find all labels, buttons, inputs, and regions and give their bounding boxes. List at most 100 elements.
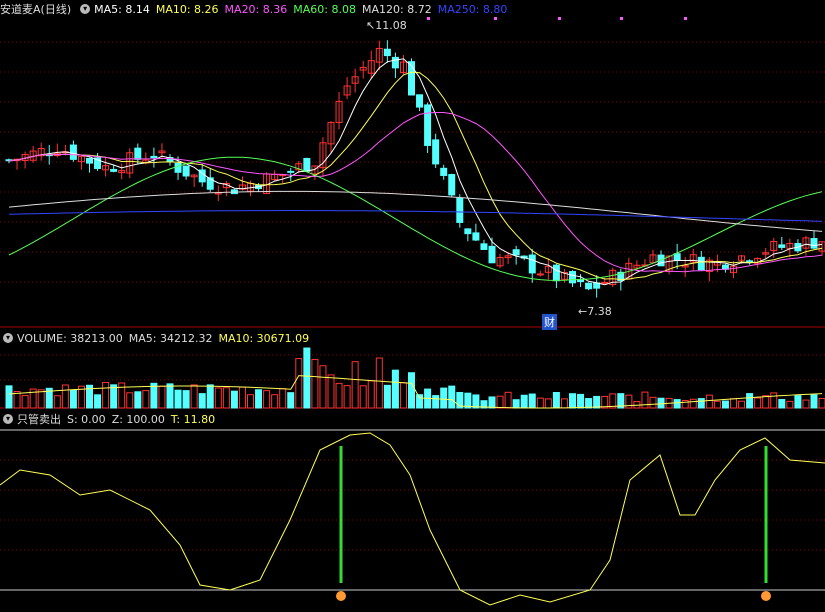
- volume-header: ▾ VOLUME: 38213.00 MA5: 34212.32 MA10: 3…: [0, 329, 315, 347]
- price-header: 安道麦A(日线) ▾ MA5: 8.14 MA10: 8.26 MA20: 8.…: [0, 0, 513, 18]
- volume-bar: [778, 399, 786, 409]
- candle-body: [480, 243, 488, 250]
- volume-bar: [21, 395, 29, 409]
- volume-bar: [214, 387, 222, 409]
- candle-body: [472, 232, 480, 241]
- volume-bar: [504, 391, 512, 409]
- volume-bar: [53, 395, 61, 409]
- candle-body: [150, 155, 158, 159]
- volume-bar: [126, 392, 134, 409]
- candle-body: [303, 157, 311, 172]
- finance-badge[interactable]: 财: [542, 314, 557, 330]
- candle-body: [383, 48, 391, 57]
- toggle-icon[interactable]: ▾: [3, 333, 13, 343]
- volume-bar: [198, 393, 206, 409]
- indicator-s: S: 0.00: [67, 412, 106, 426]
- toggle-icon[interactable]: ▾: [3, 414, 13, 424]
- volume-bar: [37, 389, 45, 409]
- volume-bar: [738, 400, 746, 409]
- volume-bar: [5, 385, 13, 409]
- volume-bar: [351, 361, 359, 409]
- volume-bar: [641, 391, 649, 409]
- volume-bar: [102, 381, 110, 409]
- volume-bar: [359, 385, 367, 409]
- ma5-label: MA5: 8.14: [94, 2, 150, 16]
- ma120-label: MA120: 8.72: [361, 2, 432, 16]
- volume-bar: [271, 394, 279, 409]
- candle-body: [585, 282, 593, 290]
- volume-bar: [142, 390, 150, 409]
- volume-bar: [713, 400, 721, 409]
- candle-body: [110, 168, 118, 172]
- volume-bar: [158, 385, 166, 409]
- volume-bar: [802, 399, 810, 409]
- volume-bar: [794, 395, 802, 409]
- volume-bar: [263, 390, 271, 409]
- candle-body: [746, 260, 754, 263]
- candle-body: [174, 162, 182, 173]
- volume-bar: [649, 396, 657, 409]
- volume-bar: [472, 394, 480, 409]
- top-marker: [558, 17, 561, 20]
- high-marker-label: ↖11.08: [366, 19, 407, 32]
- volume-ma5: MA5: 34212.32: [128, 331, 213, 345]
- volume-bar: [544, 398, 552, 409]
- volume-bar: [488, 396, 496, 409]
- indicator-title: 只管卖出: [17, 413, 61, 426]
- volume-bar: [134, 391, 142, 409]
- volume-bar: [61, 384, 69, 409]
- candle-body: [440, 167, 448, 176]
- volume-bar: [440, 387, 448, 409]
- volume-bar: [536, 397, 544, 409]
- volume-bar: [94, 394, 102, 409]
- indicator-panel[interactable]: [0, 432, 825, 606]
- top-marker: [620, 17, 623, 20]
- volume-bar: [383, 384, 391, 409]
- toggle-icon[interactable]: ▾: [80, 4, 91, 14]
- candle-body: [464, 228, 472, 235]
- volume-bar: [279, 388, 287, 409]
- volume-bar: [287, 392, 295, 409]
- candle-body: [287, 170, 295, 173]
- stock-chart: [0, 17, 825, 606]
- ma250-line: [8, 210, 823, 222]
- candle-body: [697, 256, 705, 271]
- volume-bar: [697, 398, 705, 409]
- volume-bar: [520, 394, 528, 409]
- volume-bar: [577, 393, 585, 409]
- volume-bar: [190, 384, 198, 409]
- grid-lines: [0, 41, 825, 591]
- volume-bar: [818, 397, 825, 409]
- volume-bar: [569, 393, 576, 409]
- price-panel[interactable]: [5, 17, 825, 298]
- top-marker: [684, 17, 687, 20]
- volume-bar: [512, 399, 520, 409]
- ma5-line: [8, 58, 823, 286]
- volume-bar: [448, 385, 456, 409]
- volume-bar: [206, 384, 214, 409]
- volume-bar: [247, 394, 254, 409]
- volume-bar: [689, 398, 697, 409]
- candle-body: [810, 238, 818, 249]
- volume-bar: [585, 398, 593, 409]
- volume-bar: [391, 369, 399, 409]
- volume-bar: [754, 397, 762, 409]
- volume-bar: [238, 386, 246, 409]
- ma10-label: MA10: 8.26: [155, 2, 219, 16]
- volume-panel[interactable]: [5, 347, 825, 409]
- chart-title: 安道麦A(日线): [0, 3, 72, 16]
- volume-bar: [416, 394, 424, 409]
- candle-body: [552, 264, 560, 282]
- candle-body: [424, 104, 432, 146]
- candle-body: [601, 281, 609, 284]
- volume-bar: [69, 389, 77, 409]
- volume-bar: [230, 390, 238, 409]
- volume-ma10: MA10: 30671.09: [218, 331, 310, 345]
- ma20-label: MA20: 8.36: [224, 2, 288, 16]
- candle-body: [778, 244, 786, 248]
- indicator-z: Z: 100.00: [111, 412, 165, 426]
- volume-bar: [552, 392, 560, 409]
- volume-value: VOLUME: 38213.00: [17, 331, 123, 345]
- indicator-t: T: 11.80: [170, 412, 216, 426]
- volume-bar: [496, 395, 504, 409]
